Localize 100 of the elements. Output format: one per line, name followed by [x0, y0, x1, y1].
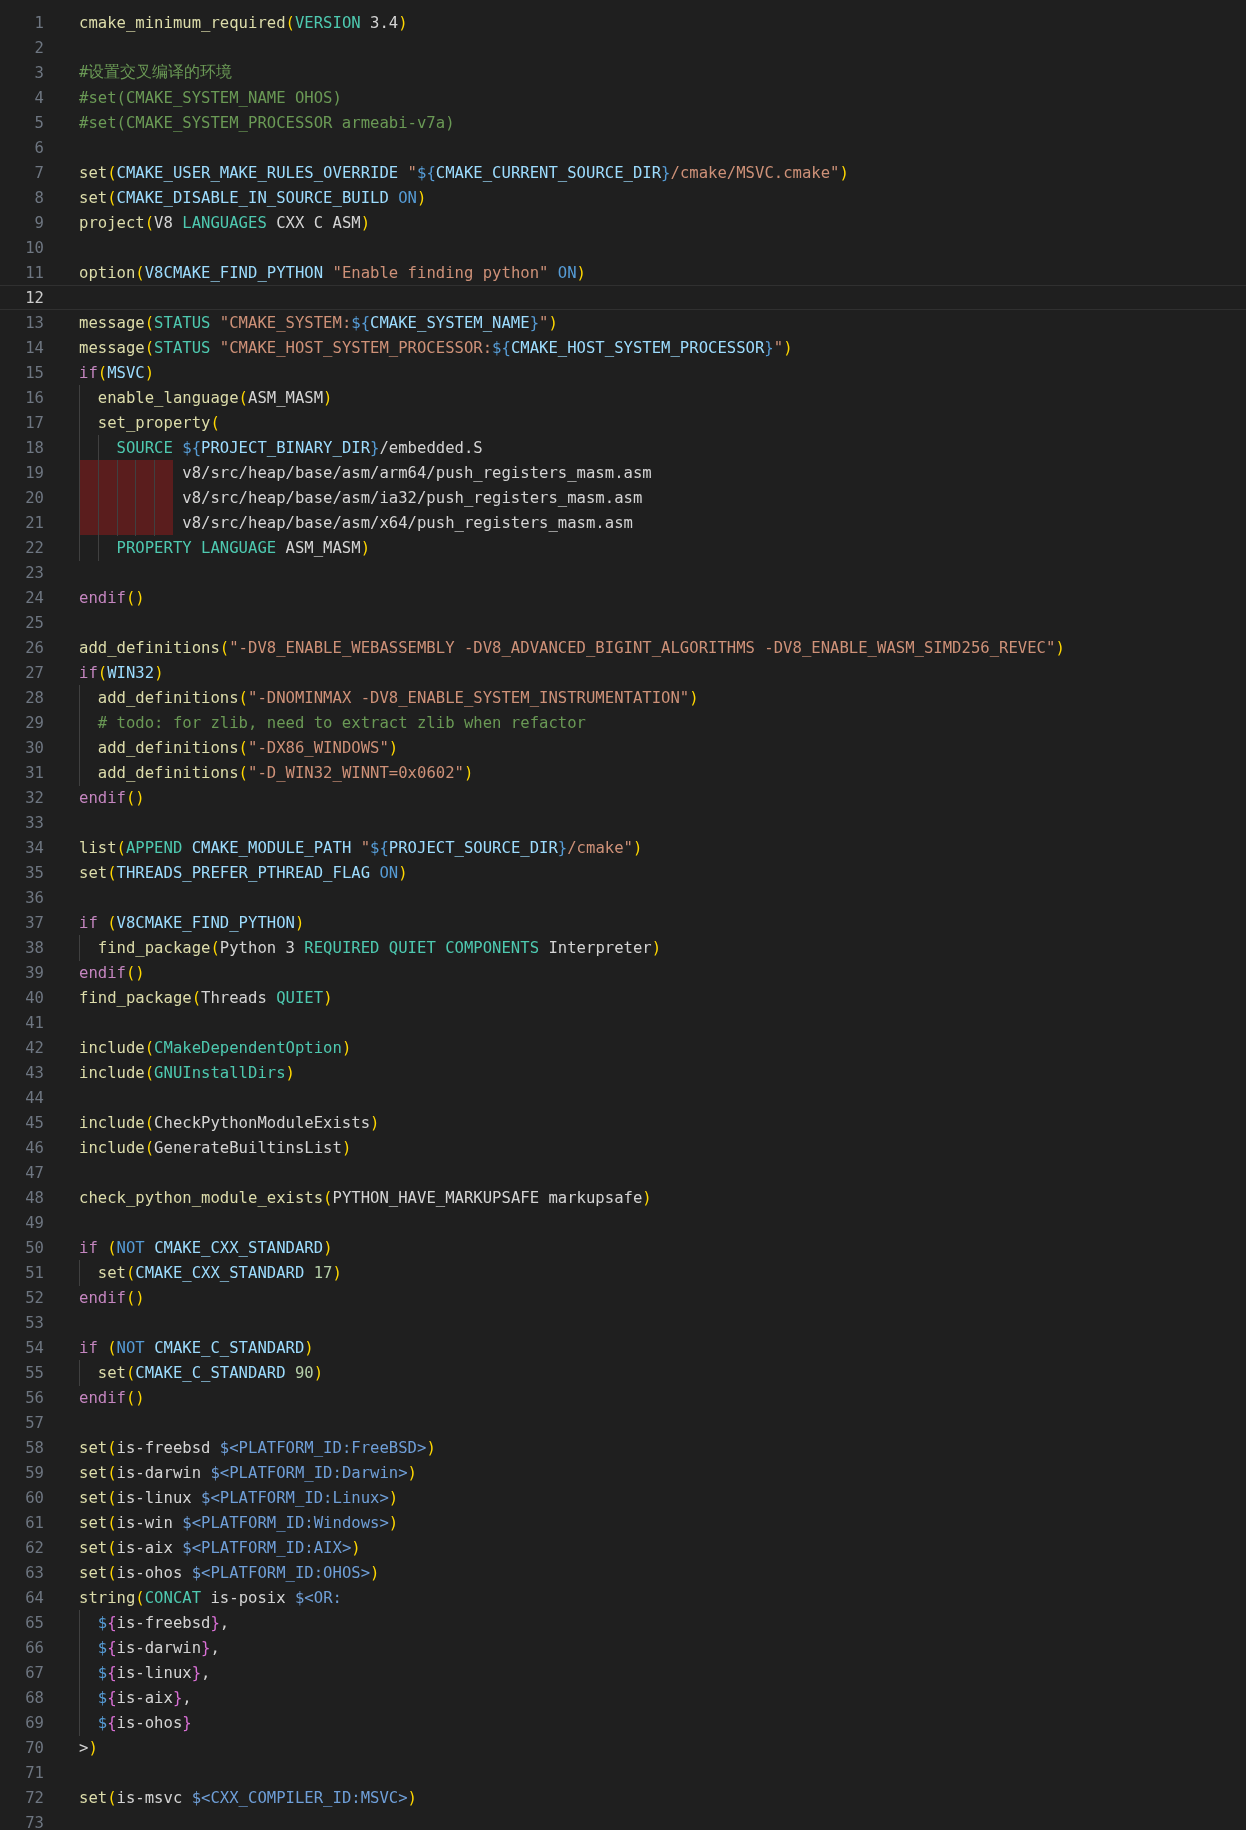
line-number: 11	[24, 263, 44, 282]
code-line: find_package(Threads QUIET)	[79, 988, 333, 1007]
code-line: endif()	[79, 1388, 145, 1407]
code-line: string(CONCAT is-posix $<OR:	[79, 1588, 342, 1607]
code-line: set(is-msvc $<CXX_COMPILER_ID:MSVC>)	[79, 1788, 417, 1807]
line-number: 50	[24, 1238, 44, 1257]
line-number: 18	[24, 438, 44, 457]
line-number: 65	[24, 1613, 44, 1632]
line-number: 72	[24, 1788, 44, 1807]
line-number: 47	[24, 1163, 44, 1182]
line-number: 55	[24, 1363, 44, 1382]
line-number: 9	[33, 213, 44, 232]
code-line: set(THREADS_PREFER_PTHREAD_FLAG ON)	[79, 863, 408, 882]
line-number: 7	[33, 163, 44, 182]
line-number: 19	[24, 463, 44, 482]
line-number: 73	[24, 1813, 44, 1830]
line-number: 20	[24, 488, 44, 507]
line-number: 16	[24, 388, 44, 407]
line-number: 15	[24, 363, 44, 382]
line-number: 24	[24, 588, 44, 607]
code-line: check_python_module_exists(PYTHON_HAVE_MARKUPSAFE markupsafe)	[79, 1188, 652, 1207]
code-line: ${is-darwin},	[79, 1638, 220, 1657]
line-number: 22	[24, 538, 44, 557]
line-number: 31	[24, 763, 44, 782]
code-line: add_definitions("-DX86_WINDOWS")	[79, 738, 399, 757]
line-number: 63	[24, 1563, 44, 1582]
line-number: 8	[33, 188, 44, 207]
line-number: 69	[24, 1713, 44, 1732]
line-number: 71	[24, 1763, 44, 1782]
code-line: >)	[79, 1738, 98, 1757]
line-number: 64	[24, 1588, 44, 1607]
line-number: 58	[24, 1438, 44, 1457]
line-number: 32	[24, 788, 44, 807]
code-line: message(STATUS "CMAKE_SYSTEM:${CMAKE_SYSTEM_NAME}")	[79, 313, 558, 332]
code-line: option(V8CMAKE_FIND_PYTHON "Enable finding python" ON)	[79, 263, 586, 282]
code-line: #设置交叉编译的环境	[79, 62, 233, 83]
line-number: 10	[24, 238, 44, 257]
line-number: 35	[24, 863, 44, 882]
line-number: 37	[24, 913, 44, 932]
line-number: 52	[24, 1288, 44, 1307]
line-number: 38	[24, 938, 44, 957]
code-line: include(GenerateBuiltinsList)	[79, 1138, 352, 1157]
line-number: 12	[24, 288, 44, 307]
code-line: enable_language(ASM_MASM)	[79, 388, 333, 407]
line-number: 49	[24, 1213, 44, 1232]
line-number: 33	[24, 813, 44, 832]
line-number: 70	[24, 1738, 44, 1757]
code-line: cmake_minimum_required(VERSION 3.4)	[79, 13, 408, 32]
line-number: 61	[24, 1513, 44, 1532]
line-number: 62	[24, 1538, 44, 1557]
code-line: #set(CMAKE_SYSTEM_NAME OHOS)	[79, 88, 342, 107]
code-line: if (V8CMAKE_FIND_PYTHON)	[79, 913, 305, 932]
line-number: 1	[33, 13, 44, 32]
code-line: include(CMakeDependentOption)	[79, 1038, 352, 1057]
code-line: if (NOT CMAKE_C_STANDARD)	[79, 1338, 314, 1357]
line-number: 30	[24, 738, 44, 757]
line-number: 6	[33, 138, 44, 157]
line-number: 17	[24, 413, 44, 432]
line-number: 27	[24, 663, 44, 682]
line-number: 14	[24, 338, 44, 357]
code-line: add_definitions("-DV8_ENABLE_WEBASSEMBLY -DV8_ADVANCED_BIGINT_ALGORITHMS -DV8_ENABLE_WASM_SIMD256_REVEC")	[79, 638, 1065, 657]
code-line: include(CheckPythonModuleExists)	[79, 1113, 380, 1132]
line-number: 4	[33, 88, 44, 107]
line-number: 3	[33, 63, 44, 82]
code-line: set(is-darwin $<PLATFORM_ID:Darwin>)	[79, 1463, 417, 1482]
line-number: 23	[24, 563, 44, 582]
code-line: ${is-aix},	[79, 1688, 192, 1707]
line-number: 66	[24, 1638, 44, 1657]
line-number: 45	[24, 1113, 44, 1132]
code-line: set(CMAKE_DISABLE_IN_SOURCE_BUILD ON)	[79, 188, 427, 207]
code-line: message(STATUS "CMAKE_HOST_SYSTEM_PROCESSOR:${CMAKE_HOST_SYSTEM_PROCESSOR}")	[79, 338, 793, 357]
line-number: 34	[24, 838, 44, 857]
line-number: 40	[24, 988, 44, 1007]
code-line: if(MSVC)	[79, 363, 155, 382]
line-number: 67	[24, 1663, 44, 1682]
code-line: set(is-win $<PLATFORM_ID:Windows>)	[79, 1513, 399, 1532]
code-line: list(APPEND CMAKE_MODULE_PATH "${PROJECT_SOURCE_DIR}/cmake")	[79, 838, 643, 857]
code-line: set(is-ohos $<PLATFORM_ID:OHOS>)	[79, 1563, 380, 1582]
line-number: 56	[24, 1388, 44, 1407]
code-line: set(is-linux $<PLATFORM_ID:Linux>)	[79, 1488, 399, 1507]
line-number: 5	[33, 113, 44, 132]
code-line: endif()	[79, 963, 145, 982]
line-number: 13	[24, 313, 44, 332]
code-line: ${is-freebsd},	[79, 1613, 230, 1632]
line-number: 51	[24, 1263, 44, 1282]
line-number: 29	[24, 713, 44, 732]
line-number: 59	[24, 1463, 44, 1482]
code-line: include(GNUInstallDirs)	[79, 1063, 295, 1082]
line-number: 44	[24, 1088, 44, 1107]
line-number: 54	[24, 1338, 44, 1357]
code-line: if(WIN32)	[79, 663, 164, 682]
line-number: 25	[24, 613, 44, 632]
line-number: 53	[24, 1313, 44, 1332]
code-line: ${is-linux},	[79, 1663, 211, 1682]
code-line: add_definitions("-DNOMINMAX -DV8_ENABLE_SYSTEM_INSTRUMENTATION")	[79, 688, 699, 707]
line-number: 26	[24, 638, 44, 657]
line-number: 21	[24, 513, 44, 532]
line-number: 43	[24, 1063, 44, 1082]
code-line: # todo: for zlib, need to extract zlib when refactor	[79, 713, 586, 732]
code-line: if (NOT CMAKE_CXX_STANDARD)	[79, 1238, 333, 1257]
